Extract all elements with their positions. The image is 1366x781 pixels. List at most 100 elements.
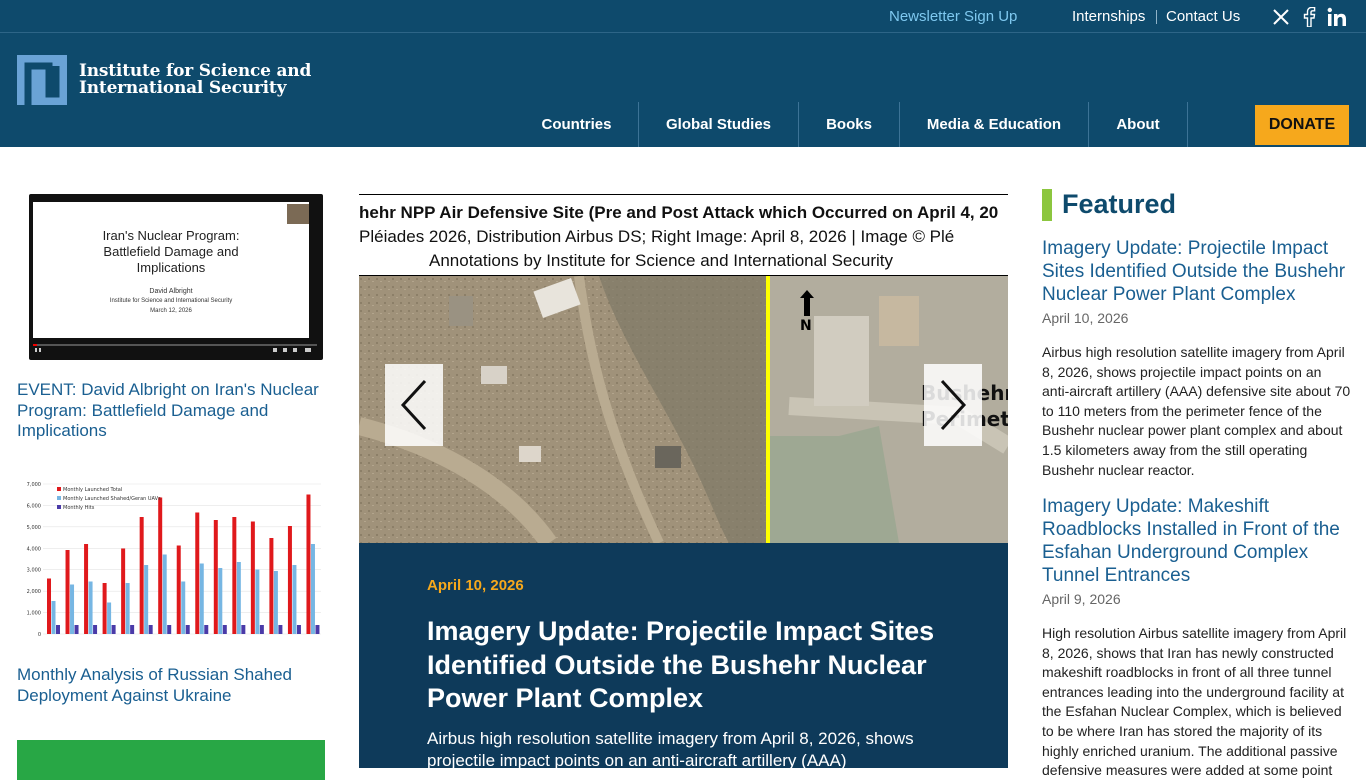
slide-caption-line2: Pléiades 2026, Distribution Airbus DS; R… <box>359 227 955 246</box>
slider-next-button[interactable] <box>924 364 982 446</box>
chart-bar <box>273 571 278 634</box>
chart-legend-label: Monthly Hits <box>63 505 95 511</box>
video-slide-date: March 12, 2026 <box>150 308 192 314</box>
featured-item-1-title[interactable]: Imagery Update: Projectile Impact Sites … <box>1042 237 1352 306</box>
featured-heading: Featured <box>1062 189 1177 219</box>
chart-bar <box>74 625 79 634</box>
facebook-icon[interactable] <box>1298 6 1320 28</box>
x-icon[interactable] <box>1270 6 1292 28</box>
featured-item-2-date: April 9, 2026 <box>1042 591 1121 607</box>
video-slide-presenter: David Albright <box>149 288 193 295</box>
story-title[interactable]: Imagery Update: Projectile Impact Sites … <box>427 615 967 716</box>
slide-caption: hehr NPP Air Defensive Site (Pre and Pos… <box>359 194 1008 276</box>
video-slide-org: Institute for Science and International … <box>109 298 233 304</box>
chart-bar <box>250 521 255 634</box>
donate-button[interactable]: DONATE <box>1255 105 1349 145</box>
chart-y-tick: 2,000 <box>27 589 41 595</box>
chart-y-tick: 0 <box>38 632 41 638</box>
nav-about[interactable]: About <box>1089 102 1188 147</box>
chart-y-tick: 1,000 <box>27 611 41 617</box>
chart-bar <box>236 562 241 634</box>
slide-caption-line1: hehr NPP Air Defensive Site (Pre and Pos… <box>359 203 999 222</box>
shahed-analysis-link[interactable]: Monthly Analysis of Russian Shahed Deplo… <box>17 665 327 706</box>
green-banner[interactable] <box>17 740 325 780</box>
main-nav: Countries Global Studies Books Media & E… <box>0 102 1366 147</box>
chart-y-tick: 7,000 <box>27 482 41 488</box>
chart-bar <box>102 583 107 634</box>
nav-media-education[interactable]: Media & Education <box>900 102 1089 147</box>
chart-bar <box>107 602 112 634</box>
chart-bar <box>259 625 264 634</box>
video-controls[interactable] <box>33 344 317 352</box>
video-slide: Iran's Nuclear Program: Battlefield Dama… <box>33 202 309 338</box>
featured-item-2-title[interactable]: Imagery Update: Makeshift Roadblocks Ins… <box>1042 495 1352 587</box>
newsletter-signup-link[interactable]: Newsletter Sign Up <box>889 8 1017 25</box>
nav-global-studies[interactable]: Global Studies <box>639 102 799 147</box>
chart-bar <box>130 625 135 634</box>
chart-bar <box>162 554 167 634</box>
chart-bar <box>310 544 315 634</box>
chart-bar <box>222 625 227 634</box>
chart-bar <box>181 581 186 634</box>
chart-bar <box>144 565 149 634</box>
institute-logo-icon[interactable] <box>17 55 67 105</box>
chart-y-tick: 4,000 <box>27 546 41 552</box>
chart-legend-swatch <box>57 505 61 509</box>
chart-bar <box>232 517 237 634</box>
chevron-right-icon <box>940 379 967 431</box>
site-header: Institute for Science and International … <box>0 33 1366 147</box>
chart-bar <box>158 497 163 634</box>
event-link[interactable]: EVENT: David Albright on Iran's Nuclear … <box>17 380 327 442</box>
featured-item-1-date: April 10, 2026 <box>1042 310 1129 326</box>
chevron-left-icon <box>400 379 427 431</box>
chart-bar <box>47 578 51 634</box>
nav-books[interactable]: Books <box>799 102 900 147</box>
north-arrow-label: N <box>800 318 812 334</box>
story-date: April 10, 2026 <box>427 577 524 594</box>
chart-legend-swatch <box>57 487 61 491</box>
institute-name-line2: International Security <box>79 78 287 98</box>
chart-bar <box>121 548 126 634</box>
chart-bar <box>125 583 130 634</box>
institute-name[interactable]: Institute for Science and International … <box>79 63 311 97</box>
chart-bar <box>199 563 204 634</box>
video-slide-title: Iran's Nuclear Program: Battlefield Dama… <box>102 228 240 275</box>
chart-bar <box>195 512 200 634</box>
slider-prev-button[interactable] <box>385 364 443 446</box>
chart-bar <box>93 625 98 634</box>
chart-bar <box>139 517 144 634</box>
shahed-chart-thumbnail[interactable]: 7,000 6,000 5,000 4,000 3,000 2,000 1,000 0 Mon… <box>17 476 325 654</box>
top-divider <box>1156 10 1157 24</box>
chart-bar <box>292 565 297 634</box>
chart-bar <box>218 568 223 634</box>
shahed-chart: 7,000 6,000 5,000 4,000 3,000 2,000 1,000 0 Mon… <box>27 482 321 638</box>
contact-us-link[interactable]: Contact Us <box>1166 8 1240 25</box>
chart-bar <box>287 526 292 634</box>
featured-slider: hehr NPP Air Defensive Site (Pre and Pos… <box>359 194 1008 543</box>
story-excerpt: Airbus high resolution satellite imagery… <box>427 729 914 770</box>
chart-y-tick: 3,000 <box>27 568 41 574</box>
chart-bar <box>213 520 218 634</box>
chart-bar <box>306 494 311 634</box>
chart-bar <box>88 581 93 634</box>
chart-bar <box>167 625 172 634</box>
chart-bar <box>176 545 181 634</box>
chart-bar <box>56 625 60 634</box>
chart-y-tick: 5,000 <box>27 525 41 531</box>
linkedin-icon[interactable] <box>1326 6 1348 28</box>
chart-bar <box>269 538 274 634</box>
chart-bar <box>204 625 209 634</box>
slide-caption-line3: Annotations by Institute for Science and… <box>429 251 893 270</box>
chart-bar <box>296 625 301 634</box>
chart-bar <box>278 625 283 634</box>
event-video-thumbnail[interactable]: Iran's Nuclear Program: Battlefield Dama… <box>29 194 323 360</box>
nav-countries[interactable]: Countries <box>515 102 639 147</box>
featured-item-1-text: Airbus high resolution satellite imagery… <box>1042 344 1351 478</box>
chart-bar <box>51 601 56 634</box>
chart-bar <box>148 625 153 634</box>
presenter-webcam <box>287 204 309 224</box>
chart-bar <box>315 625 320 634</box>
chart-legend-label: Monthly Launched Total <box>63 487 122 493</box>
internships-link[interactable]: Internships <box>1072 8 1145 25</box>
chart-bar <box>111 625 116 634</box>
